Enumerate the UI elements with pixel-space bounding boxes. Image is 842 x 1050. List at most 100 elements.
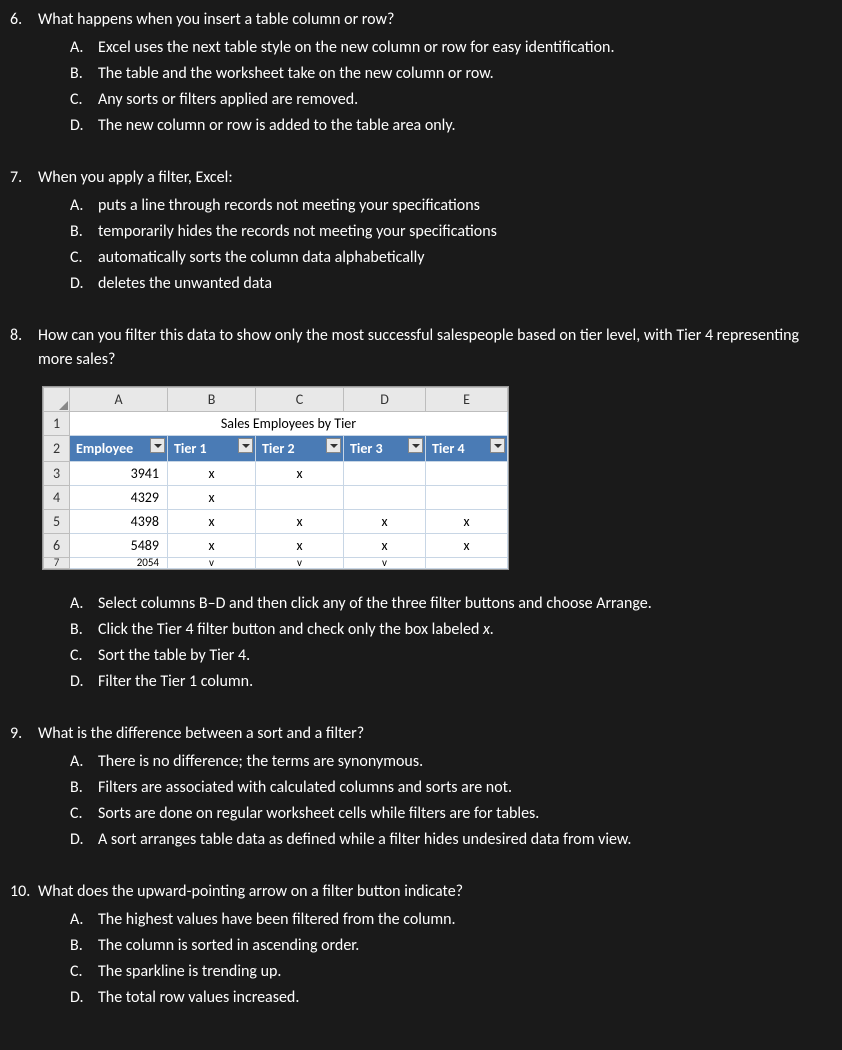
- option-d: D.Filter the Tier 1 column.: [70, 670, 832, 694]
- option-b: B.The table and the worksheet take on th…: [70, 62, 832, 86]
- row-header: 5: [44, 510, 70, 534]
- option-b: B.temporarily hides the records not meet…: [70, 220, 832, 244]
- option-text: The table and the worksheet take on the …: [98, 62, 832, 86]
- cell-tier3: [344, 462, 426, 486]
- option-label: B.: [70, 220, 98, 244]
- option-c: C.Sorts are done on regular worksheet ce…: [70, 802, 832, 826]
- option-text: Excel uses the next table style on the n…: [98, 36, 832, 60]
- option-text: Filter the Tier 1 column.: [98, 670, 832, 694]
- col-header: A: [70, 388, 168, 412]
- option-label: D.: [70, 272, 98, 296]
- option-text: Sorts are done on regular worksheet cell…: [98, 802, 832, 826]
- field-header-tier1: Tier 1: [168, 436, 256, 462]
- option-text: The sparkline is trending up.: [98, 960, 832, 984]
- option-d: D.The new column or row is added to the …: [70, 114, 832, 138]
- question-text: What happens when you insert a table col…: [38, 8, 832, 32]
- row-header: 7: [44, 558, 70, 569]
- option-label: D.: [70, 114, 98, 138]
- option-label: B.: [70, 776, 98, 800]
- field-header-tier3: Tier 3: [344, 436, 426, 462]
- option-label: B.: [70, 934, 98, 958]
- cell-tier2: x: [256, 534, 344, 558]
- field-header-label: Tier 1: [174, 440, 207, 457]
- cell-tier1: x: [168, 534, 256, 558]
- option-c: C.Sort the table by Tier 4.: [70, 644, 832, 668]
- option-label: C.: [70, 246, 98, 270]
- cell-tier4: [426, 486, 508, 510]
- field-header-label: Employee: [76, 440, 133, 457]
- cell-employee: 2054: [70, 558, 168, 569]
- option-text: deletes the unwanted data: [98, 272, 832, 296]
- option-text: automatically sorts the column data alph…: [98, 246, 832, 270]
- filter-dropdown-icon[interactable]: [408, 438, 423, 453]
- filter-dropdown-icon[interactable]: [326, 438, 341, 453]
- field-header-label: Tier 4: [432, 440, 465, 457]
- cell-tier1: x: [168, 462, 256, 486]
- col-header: D: [344, 388, 426, 412]
- option-label: A.: [70, 750, 98, 774]
- table-title-cell: Sales Employees by Tier: [70, 412, 508, 436]
- field-header-tier2: Tier 2: [256, 436, 344, 462]
- question-number: 6.: [10, 8, 38, 32]
- option-b: B.The column is sorted in ascending orde…: [70, 934, 832, 958]
- options-list: A.There is no difference; the terms are …: [70, 750, 832, 852]
- cell-tier4: x: [426, 534, 508, 558]
- option-b: B.Filters are associated with calculated…: [70, 776, 832, 800]
- row-header: 1: [44, 412, 70, 436]
- filter-dropdown-icon[interactable]: [238, 438, 253, 453]
- cell-employee: 3941: [70, 462, 168, 486]
- filter-dropdown-icon[interactable]: [150, 438, 165, 453]
- row-header: 3: [44, 462, 70, 486]
- cell-tier2: x: [256, 510, 344, 534]
- option-text: There is no difference; the terms are sy…: [98, 750, 832, 774]
- option-c: C.The sparkline is trending up.: [70, 960, 832, 984]
- question-9: 9. What is the difference between a sort…: [10, 722, 832, 852]
- row-header: 2: [44, 436, 70, 462]
- cell-employee: 4329: [70, 486, 168, 510]
- col-header: C: [256, 388, 344, 412]
- question-text: How can you filter this data to show onl…: [38, 324, 832, 372]
- options-list: A.puts a line through records not meetin…: [70, 194, 832, 296]
- option-label: A.: [70, 908, 98, 932]
- option-label: D.: [70, 670, 98, 694]
- field-header-tier4: Tier 4: [426, 436, 508, 462]
- option-text: Any sorts or filters applied are removed…: [98, 88, 832, 112]
- cell-tier2: x: [256, 462, 344, 486]
- question-number: 7.: [10, 166, 38, 190]
- options-list: A.Select columns B–D and then click any …: [70, 592, 832, 694]
- field-header-label: Tier 2: [262, 440, 295, 457]
- question-6: 6. What happens when you insert a table …: [10, 8, 832, 138]
- option-label: A.: [70, 36, 98, 60]
- row-header: 6: [44, 534, 70, 558]
- question-10: 10. What does the upward-pointing arrow …: [10, 880, 832, 1010]
- cell-tier4: x: [426, 510, 508, 534]
- filter-dropdown-icon[interactable]: [490, 438, 505, 453]
- option-text: Sort the table by Tier 4.: [98, 644, 832, 668]
- option-text: The new column or row is added to the ta…: [98, 114, 832, 138]
- option-text: The highest values have been filtered fr…: [98, 908, 832, 932]
- options-list: A.Excel uses the next table style on the…: [70, 36, 832, 138]
- option-d: D.A sort arranges table data as defined …: [70, 828, 832, 852]
- option-a: A.Select columns B–D and then click any …: [70, 592, 832, 616]
- option-text: Filters are associated with calculated c…: [98, 776, 832, 800]
- question-text: What does the upward-pointing arrow on a…: [38, 880, 832, 904]
- option-label: B.: [70, 62, 98, 86]
- option-a: A.There is no difference; the terms are …: [70, 750, 832, 774]
- option-a: A.The highest values have been filtered …: [70, 908, 832, 932]
- option-label: D.: [70, 986, 98, 1010]
- option-label: B.: [70, 618, 98, 642]
- question-7: 7. When you apply a filter, Excel: A.put…: [10, 166, 832, 296]
- cell-tier2: [256, 486, 344, 510]
- cell-tier1: v: [168, 558, 256, 569]
- col-header: B: [168, 388, 256, 412]
- option-a: A.Excel uses the next table style on the…: [70, 36, 832, 60]
- cell-tier3: [344, 486, 426, 510]
- question-number: 8.: [10, 324, 38, 348]
- cell-tier1: x: [168, 510, 256, 534]
- option-d: D.deletes the unwanted data: [70, 272, 832, 296]
- cell-tier1: x: [168, 486, 256, 510]
- option-text: temporarily hides the records not meetin…: [98, 220, 832, 244]
- option-label: C.: [70, 88, 98, 112]
- options-list: A.The highest values have been filtered …: [70, 908, 832, 1010]
- col-header: E: [426, 388, 508, 412]
